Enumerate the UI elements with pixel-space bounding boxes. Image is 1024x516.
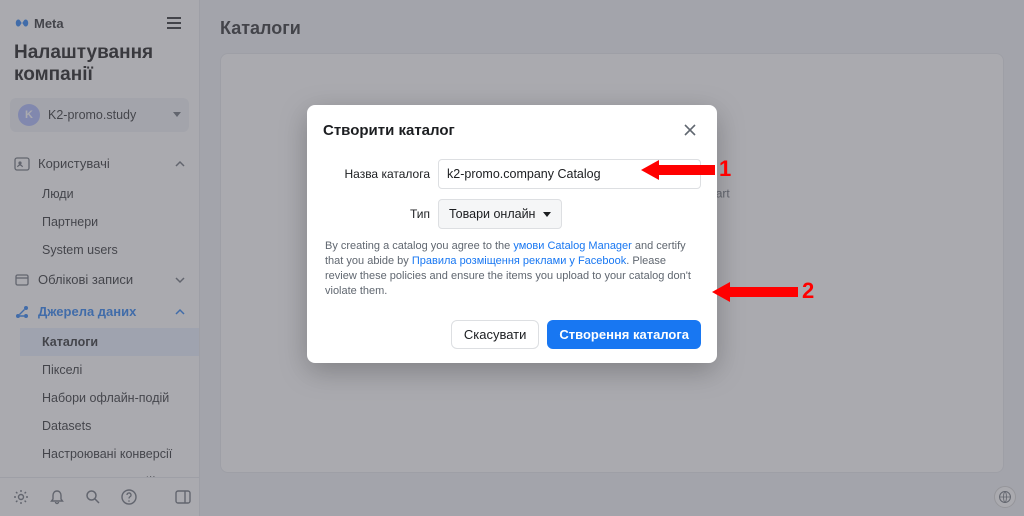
create-catalog-modal: Створити каталог Назва каталога Тип Това… (307, 105, 717, 363)
catalog-type-value: Товари онлайн (449, 207, 535, 221)
catalog-name-input[interactable] (438, 159, 701, 189)
fb-ad-policies-link[interactable]: Правила розміщення реклами у Facebook (412, 255, 626, 267)
catalog-manager-terms-link[interactable]: умови Catalog Manager (513, 240, 632, 252)
modal-title: Створити каталог (323, 122, 455, 139)
caret-down-icon (543, 212, 551, 217)
modal-header: Створити каталог (307, 105, 717, 155)
legal-disclaimer: By creating a catalog you agree to the у… (323, 239, 701, 304)
catalog-name-label: Назва каталога (323, 167, 438, 181)
catalog-type-dropdown[interactable]: Товари онлайн (438, 199, 562, 229)
modal-body: Назва каталога Тип Товари онлайн By crea… (307, 155, 717, 310)
modal-footer: Скасувати Створення каталога (307, 310, 717, 363)
catalog-type-label: Тип (323, 207, 438, 221)
annotation-2: 2 (712, 281, 817, 303)
create-catalog-button[interactable]: Створення каталога (547, 320, 701, 349)
modal-overlay[interactable]: Створити каталог Назва каталога Тип Това… (0, 0, 1024, 516)
app-root: Meta Налаштування компанії K K2-promo.st… (0, 0, 1024, 516)
cancel-button[interactable]: Скасувати (451, 320, 540, 349)
annotation-2-label: 2 (802, 278, 814, 304)
close-icon (683, 123, 697, 137)
annotation-1-label: 1 (719, 156, 731, 182)
form-row-type: Тип Товари онлайн (323, 199, 701, 229)
form-row-name: Назва каталога (323, 159, 701, 189)
close-button[interactable] (679, 119, 701, 141)
